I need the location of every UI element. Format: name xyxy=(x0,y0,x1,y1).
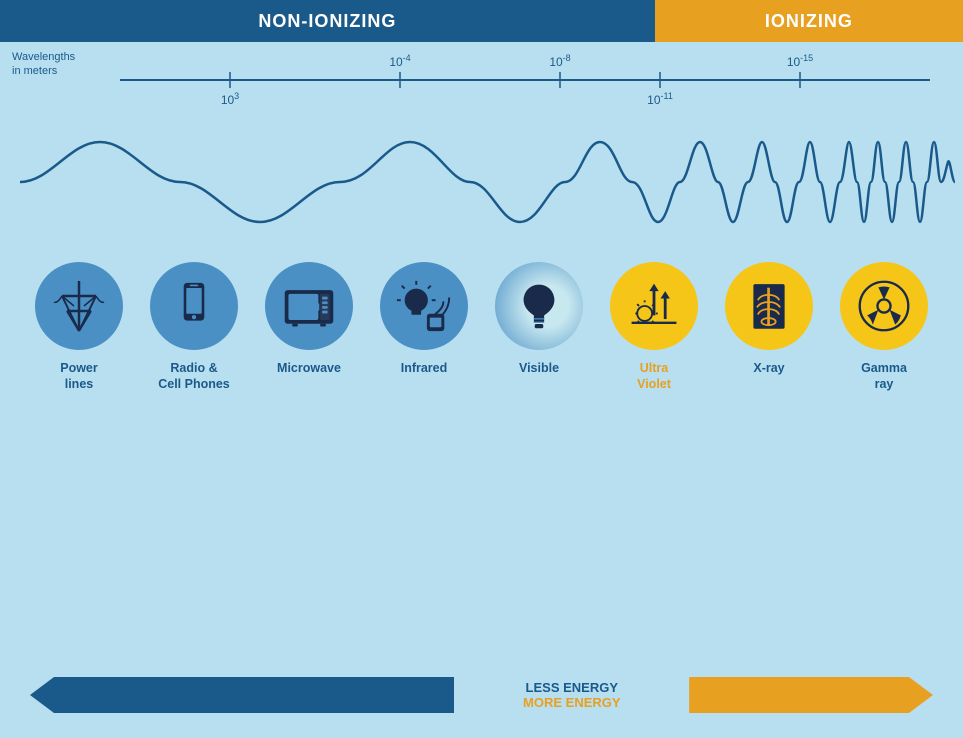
microwave-icon xyxy=(281,281,337,331)
visible-circle xyxy=(495,262,583,350)
radio-cell-circle xyxy=(150,262,238,350)
infrared-circle xyxy=(380,262,468,350)
energy-labels: LESS ENERGY MORE ENERGY xyxy=(454,680,689,710)
radio-cell-icon xyxy=(172,276,216,336)
gamma-label: Gammaray xyxy=(861,360,907,393)
ultraviolet-item: UltraViolet xyxy=(602,262,707,393)
energy-row: LESS ENERGY MORE ENERGY xyxy=(0,677,963,713)
nonionizing-label: NON-IONIZING xyxy=(258,11,396,32)
infrared-label: Infrared xyxy=(401,360,448,376)
power-lines-label: Powerlines xyxy=(60,360,98,393)
more-energy-text: MORE ENERGY xyxy=(523,695,621,710)
svg-text:103: 103 xyxy=(221,91,239,107)
power-lines-item: Powerlines xyxy=(27,262,132,393)
ionizing-header: IONIZING xyxy=(655,0,963,42)
svg-text:10-11: 10-11 xyxy=(647,91,673,107)
less-energy-text: LESS ENERGY xyxy=(526,680,618,695)
infrared-item: Infrared xyxy=(372,262,477,376)
radio-cell-item: Radio &Cell Phones xyxy=(142,262,247,393)
visible-icon xyxy=(517,276,561,336)
xray-circle xyxy=(725,262,813,350)
svg-text:10-4: 10-4 xyxy=(389,53,410,69)
infrared-icon xyxy=(395,277,453,335)
ultraviolet-label: UltraViolet xyxy=(637,360,671,393)
radio-cell-label: Radio &Cell Phones xyxy=(158,360,230,393)
visible-label: Visible xyxy=(519,360,559,376)
xray-icon xyxy=(743,277,795,335)
visible-item: Visible xyxy=(487,262,592,376)
ultraviolet-circle xyxy=(610,262,698,350)
scale-svg: 103 10-4 10-8 10-11 10-15 xyxy=(0,42,963,122)
microwave-circle xyxy=(265,262,353,350)
wavelength-scale: Wavelengths in meters 103 10-4 10-8 10-1… xyxy=(0,42,963,122)
svg-text:10-15: 10-15 xyxy=(787,53,813,69)
power-lines-circle xyxy=(35,262,123,350)
power-lines-icon xyxy=(52,276,106,336)
gamma-item: Gammaray xyxy=(832,262,937,393)
more-energy-arrow xyxy=(689,677,933,713)
microwave-label: Microwave xyxy=(277,360,341,376)
gamma-icon xyxy=(856,278,912,334)
xray-item: X-ray xyxy=(717,262,822,376)
icons-row: Powerlines Radio &Cell Phones xyxy=(0,242,963,393)
microwave-item: Microwave xyxy=(257,262,362,376)
wave-svg xyxy=(0,122,963,242)
xray-label: X-ray xyxy=(753,360,784,376)
ionizing-label: IONIZING xyxy=(765,11,853,32)
less-energy-arrow xyxy=(30,677,454,713)
nonionizing-header: NON-IONIZING xyxy=(0,0,655,42)
wave-section xyxy=(0,122,963,242)
ultraviolet-icon xyxy=(626,278,682,334)
header-bar: NON-IONIZING IONIZING xyxy=(0,0,963,42)
svg-text:10-8: 10-8 xyxy=(549,53,570,69)
gamma-circle xyxy=(840,262,928,350)
